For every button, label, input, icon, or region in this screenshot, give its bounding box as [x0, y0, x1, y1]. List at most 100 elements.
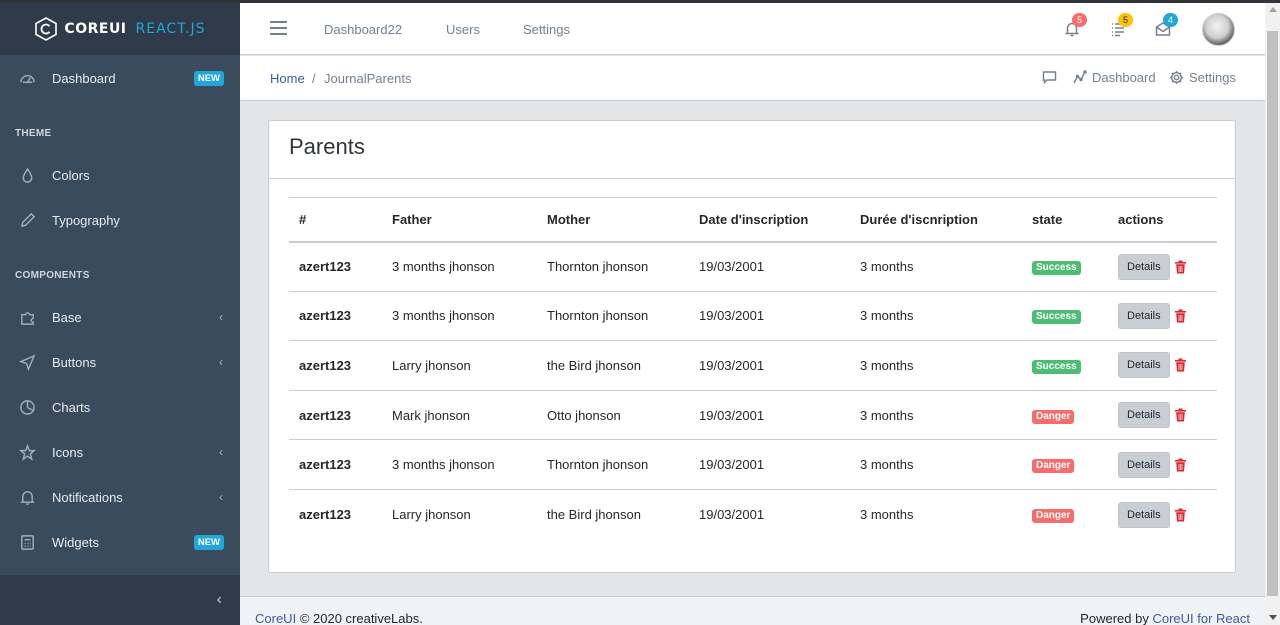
footer-right: Powered by CoreUI for React — [1080, 611, 1250, 625]
cell-date: 19/03/2001 — [689, 290, 850, 341]
calculator-icon — [18, 533, 36, 551]
table-row: azert123 3 months jhonson Thornton jhonson… — [289, 290, 1217, 341]
status-badge: Success — [1032, 261, 1081, 276]
trash-icon[interactable] — [1174, 458, 1187, 472]
chevron-left-icon: ‹ — [219, 310, 223, 324]
cell-actions: Details — [1108, 488, 1217, 540]
cell-actions: Details — [1108, 389, 1217, 440]
new-badge: NEW — [193, 534, 224, 550]
trash-icon[interactable] — [1174, 408, 1187, 422]
trash-icon[interactable] — [1174, 358, 1187, 372]
cell-father: 3 months jhonson — [382, 290, 537, 341]
scrollbar-thumb[interactable] — [1267, 31, 1278, 596]
trash-icon[interactable] — [1174, 309, 1187, 323]
status-badge: Danger — [1032, 509, 1075, 524]
breadcrumb-dashboard-link[interactable]: Dashboard — [1072, 70, 1156, 85]
speedometer-icon — [18, 69, 36, 87]
table-row: azert123 Larry jhonson the Bird jhonson 19/… — [289, 488, 1217, 540]
header-nav-dashboard[interactable]: Dashboard22 — [324, 22, 402, 37]
details-button[interactable]: Details — [1118, 451, 1170, 478]
hamburger-menu-icon[interactable] — [270, 21, 287, 35]
footer: CoreUI © 2020 creativeLabs. Powered by C… — [240, 596, 1265, 625]
column-header-state: state — [1022, 197, 1108, 243]
nav-title-theme: THEME — [15, 128, 52, 139]
brand[interactable]: COREUI REACT.JS — [0, 3, 240, 55]
notification-count-badge: 5 — [1072, 13, 1087, 27]
sidebar-item-label: Base — [52, 309, 82, 325]
sidebar-item-icons[interactable]: Icons ‹ — [0, 431, 240, 473]
sidebar-item-base[interactable]: Base ‹ — [0, 296, 240, 338]
cell-id: azert123 — [289, 340, 382, 391]
cell-state: Danger — [1022, 488, 1108, 540]
page-scrollbar[interactable] — [1265, 3, 1280, 625]
cell-mother: Thornton jhonson — [537, 290, 689, 341]
brand-name: COREUI — [64, 21, 127, 37]
details-button[interactable]: Details — [1118, 352, 1170, 379]
nav-title-components: COMPONENTS — [15, 270, 90, 281]
sidebar-item-label: Widgets — [52, 534, 99, 550]
status-badge: Success — [1032, 310, 1081, 325]
sidebar-item-buttons[interactable]: Buttons ‹ — [0, 341, 240, 383]
cell-actions: Details — [1108, 340, 1217, 391]
cell-id: azert123 — [289, 389, 382, 440]
cell-duree: 3 months — [850, 290, 1022, 341]
drop-icon — [18, 166, 36, 184]
cell-father: Mark jhonson — [382, 389, 537, 440]
cell-mother: the Bird jhonson — [537, 488, 689, 540]
cursor-icon — [18, 353, 36, 371]
cell-id: azert123 — [289, 290, 382, 341]
cell-actions: Details — [1108, 439, 1217, 490]
scroll-down-arrow-icon[interactable] — [1269, 615, 1277, 620]
trash-icon[interactable] — [1174, 508, 1187, 522]
user-avatar[interactable] — [1202, 13, 1235, 46]
star-icon — [18, 443, 36, 461]
details-button[interactable]: Details — [1118, 253, 1170, 280]
cell-father: Larry jhonson — [382, 340, 537, 391]
details-button[interactable]: Details — [1118, 302, 1170, 329]
footer-copyright: © 2020 creativeLabs. — [299, 611, 423, 625]
chevron-left-icon: ‹ — [219, 355, 223, 369]
sidebar-item-label: Charts — [52, 399, 91, 415]
sidebar-item-label: Icons — [52, 444, 84, 460]
parents-card: Parents # Father Mother Date d'inscripti… — [268, 120, 1236, 573]
sidebar-item-dashboard[interactable]: Dashboard NEW — [0, 57, 240, 99]
cell-date: 19/03/2001 — [689, 340, 850, 391]
cell-state: Danger — [1022, 439, 1108, 490]
sidebar-item-colors[interactable]: Colors — [0, 154, 240, 196]
details-button[interactable]: Details — [1118, 501, 1170, 528]
messages-count-badge: 4 — [1163, 13, 1178, 27]
tasks-count-badge: 5 — [1118, 13, 1133, 27]
messages-button[interactable]: 4 — [1155, 13, 1178, 39]
sidebar-item-charts[interactable]: Charts — [0, 386, 240, 428]
header-nav-settings[interactable]: Settings — [523, 22, 570, 37]
breadcrumb-speech-button[interactable] — [1042, 70, 1057, 85]
footer-left: CoreUI © 2020 creativeLabs. — [255, 611, 423, 625]
sidebar-item-typography[interactable]: Typography — [0, 199, 240, 241]
cell-state: Success — [1022, 290, 1108, 341]
notifications-bell-button[interactable]: 5 — [1064, 13, 1087, 39]
sidebar-item-label: Notifications — [52, 489, 123, 505]
breadcrumb-home-link[interactable]: Home — [270, 71, 305, 86]
cell-father: 3 months jhonson — [382, 241, 537, 292]
column-header-duree: Durée d'iscnription — [850, 197, 1022, 243]
cell-father: 3 months jhonson — [382, 439, 537, 490]
footer-coreui-react-link[interactable]: CoreUI for React — [1152, 611, 1250, 625]
sidebar-item-notifications[interactable]: Notifications ‹ — [0, 476, 240, 518]
tasks-button[interactable]: 5 — [1110, 13, 1133, 39]
sidebar-item-widgets[interactable]: Widgets NEW — [0, 521, 240, 563]
sidebar-minimizer[interactable]: ‹ — [0, 575, 240, 625]
sidebar-item-label: Colors — [52, 167, 90, 183]
cell-date: 19/03/2001 — [689, 241, 850, 292]
breadcrumb-settings-link[interactable]: Settings — [1169, 70, 1236, 85]
table-row: azert123 3 months jhonson Thornton jhonson… — [289, 439, 1217, 490]
sidebar-item-label: Typography — [52, 212, 120, 228]
trash-icon[interactable] — [1174, 260, 1187, 274]
cell-id: azert123 — [289, 488, 382, 540]
details-button[interactable]: Details — [1118, 402, 1170, 429]
header-nav-users[interactable]: Users — [446, 22, 480, 37]
parents-table: # Father Mother Date d'inscription Durée… — [289, 197, 1217, 540]
scroll-up-arrow-icon[interactable] — [1269, 7, 1277, 12]
cell-duree: 3 months — [850, 389, 1022, 440]
cell-actions: Details — [1108, 290, 1217, 341]
footer-coreui-link[interactable]: CoreUI — [255, 611, 296, 625]
